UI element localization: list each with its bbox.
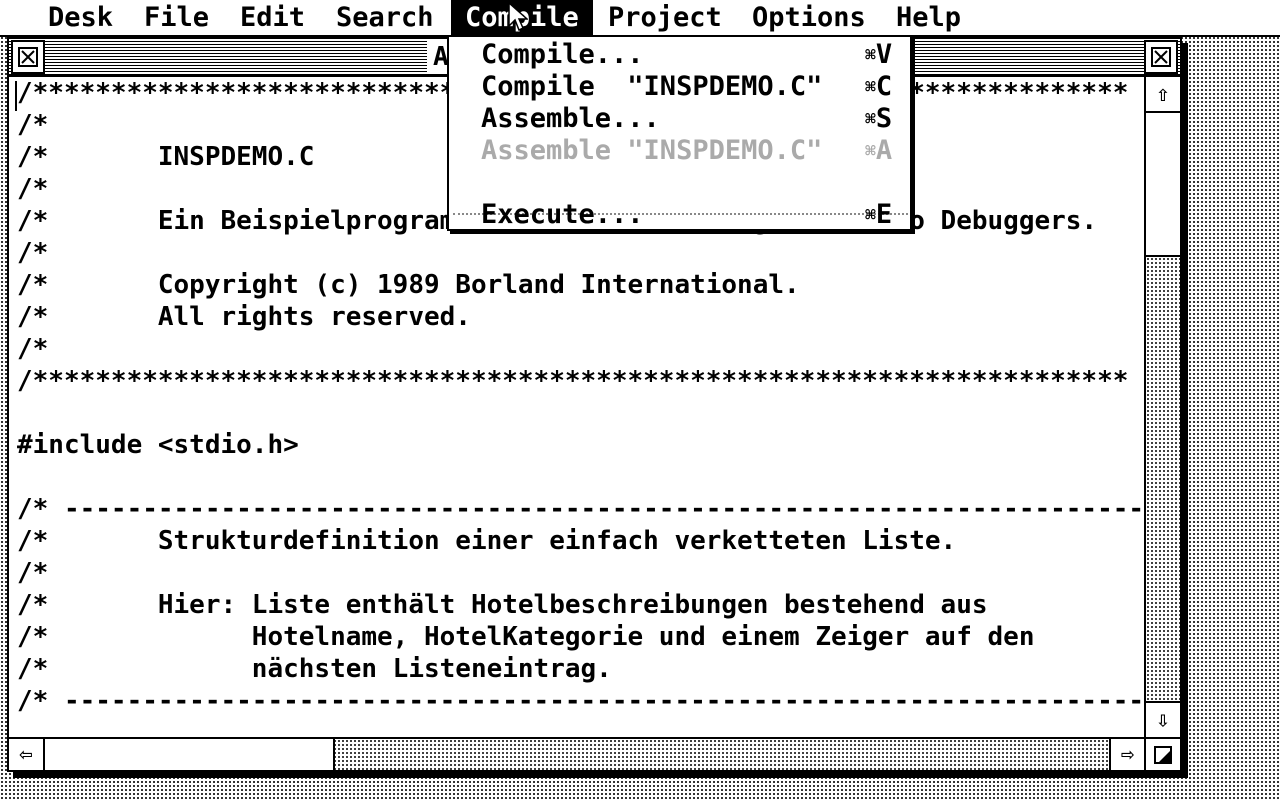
compile-menu-item[interactable]: Assemble... ⌘S <box>481 103 906 135</box>
menu-edit[interactable]: Edit <box>226 0 319 35</box>
command-key-icon: ⌘ <box>865 109 876 130</box>
code-line: /* -------------------------------------… <box>17 494 1144 524</box>
menu-help[interactable]: Help <box>882 0 975 35</box>
compile-menu-item[interactable]: Compile "INSPDEMO.C" ⌘C <box>481 71 906 103</box>
mouse-pointer-icon <box>508 2 528 32</box>
text-cursor <box>15 81 17 111</box>
code-line: /* Hotelname, HotelKategorie und einem Z… <box>17 622 1035 652</box>
code-line: /* -------------------------------------… <box>17 686 1144 716</box>
code-line: /* <box>17 558 49 588</box>
command-key-icon: ⌘ <box>865 205 876 226</box>
command-key-icon: ⌘ <box>865 77 876 98</box>
horizontal-scroll-thumb[interactable] <box>45 739 335 770</box>
menu-desk[interactable]: Desk <box>34 0 127 35</box>
code-line: /* All rights reserved. <box>17 302 471 332</box>
menu-shortcut: ⌘E <box>865 199 892 232</box>
shortcut-key: C <box>875 71 893 102</box>
menu-item-label: Compile... <box>481 39 644 70</box>
scroll-up-icon[interactable]: ⇧ <box>1146 77 1180 113</box>
menu-bar: DeskFileEditSearchCompileProjectOptionsH… <box>0 0 1280 37</box>
code-line: /* Strukturdefinition einer einfach verk… <box>17 526 957 556</box>
size-box-icon[interactable] <box>1144 737 1180 770</box>
menu-options[interactable]: Options <box>738 0 880 35</box>
shortcut-key: V <box>875 39 893 70</box>
code-line: #include <stdio.h> <box>17 430 299 460</box>
fuller-box-icon[interactable] <box>1144 40 1178 74</box>
shortcut-key: S <box>875 103 893 134</box>
code-line: /* Copyright (c) 1989 Borland Internatio… <box>17 270 800 300</box>
menu-shortcut: ⌘A <box>865 135 892 168</box>
menu-shortcut: ⌘C <box>865 71 892 104</box>
menu-item-label: Execute... <box>481 199 644 230</box>
menu-search[interactable]: Search <box>322 0 448 35</box>
compile-menu-item[interactable]: Execute... ⌘E <box>481 199 906 231</box>
compile-menu-item[interactable]: Compile... ⌘V <box>481 39 906 71</box>
horizontal-scrollbar[interactable]: ⇦ ⇨ <box>9 737 1144 770</box>
scroll-down-icon[interactable]: ⇩ <box>1146 701 1180 737</box>
command-key-icon: ⌘ <box>865 45 876 66</box>
code-line: /* nächsten Listeneintrag. <box>17 654 612 684</box>
menu-item-label: Compile "INSPDEMO.C" <box>481 71 823 102</box>
menu-shortcut: ⌘V <box>865 39 892 72</box>
scroll-right-icon[interactable]: ⇨ <box>1109 739 1144 770</box>
code-line: /* <box>17 174 49 204</box>
compile-menu-dropdown: Compile... ⌘V Compile "INSPDEMO.C" ⌘C Assemb… <box>447 35 912 231</box>
vertical-scroll-thumb[interactable] <box>1146 113 1180 257</box>
code-line: /***************************************… <box>17 366 1129 396</box>
compile-menu-item: Assemble "INSPDEMO.C" ⌘A <box>481 135 906 167</box>
close-box-icon[interactable] <box>11 40 45 74</box>
code-line: /* <box>17 110 49 140</box>
shortcut-key: E <box>875 199 893 230</box>
command-key-icon: ⌘ <box>865 141 876 162</box>
menu-shortcut: ⌘S <box>865 103 892 136</box>
code-line: /* Hier: Liste enthält Hotelbeschreibung… <box>17 590 988 620</box>
code-line: /* INSPDEMO.C <box>17 142 315 172</box>
vertical-scrollbar[interactable]: ⇧ ⇩ <box>1144 77 1180 737</box>
menu-file[interactable]: File <box>130 0 223 35</box>
menu-item-label: Assemble... <box>481 103 660 134</box>
menu-project[interactable]: Project <box>594 0 736 35</box>
shortcut-key: A <box>875 135 893 166</box>
code-line: /* <box>17 238 49 268</box>
scroll-left-icon[interactable]: ⇦ <box>9 739 45 770</box>
menu-item-label: Assemble "INSPDEMO.C" <box>481 135 823 166</box>
code-line: /* <box>17 334 49 364</box>
